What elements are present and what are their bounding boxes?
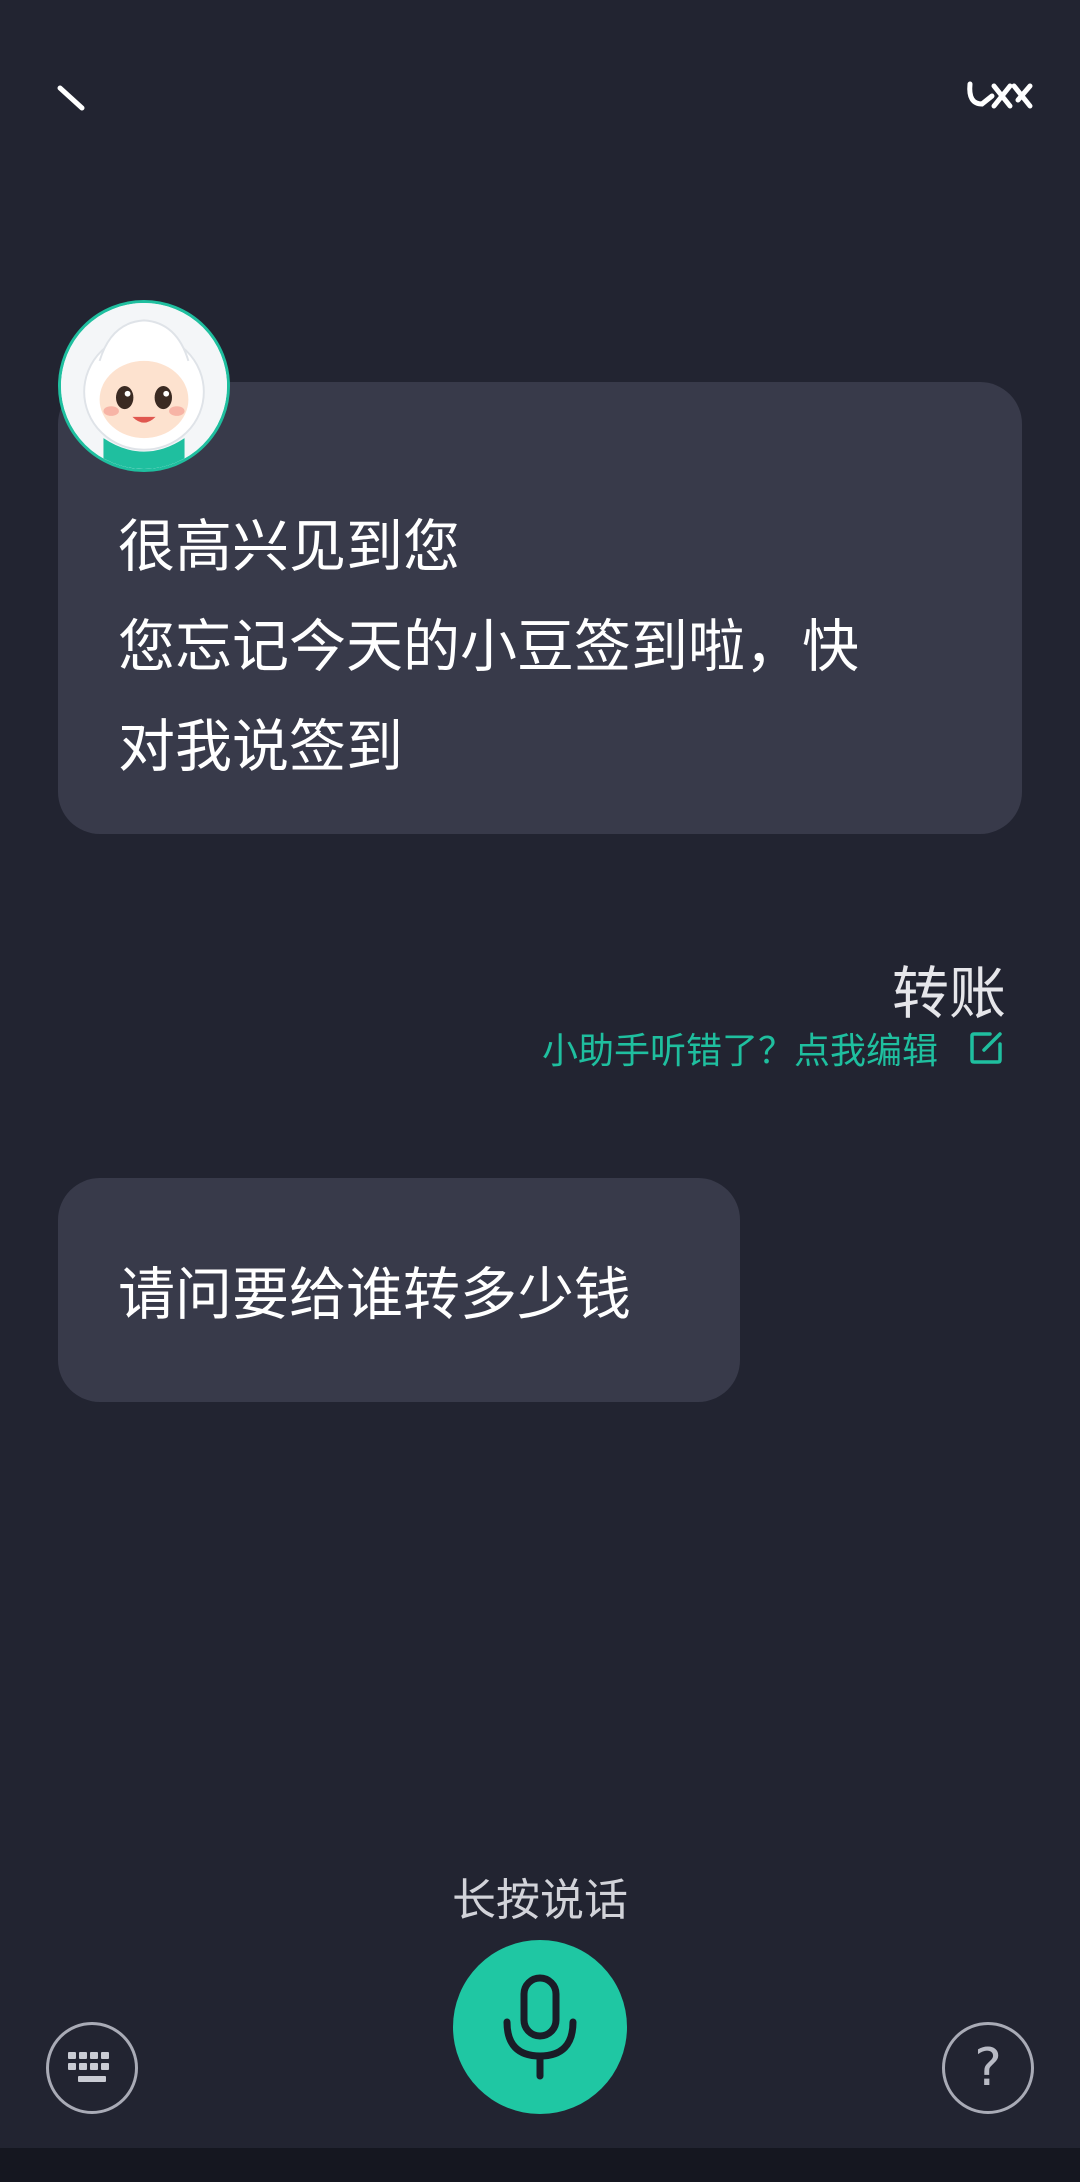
user-message: 转账 [892, 961, 1006, 1027]
help-button[interactable]: ? [942, 2022, 1034, 2114]
hold-to-talk-mic-button[interactable] [453, 1940, 627, 2114]
assistant-message-line: 很高兴见到您 [118, 514, 460, 580]
assistant-message-line: 对我说签到 [118, 714, 403, 780]
assistant-message-bubble: 请问要给谁转多少钱 [58, 1178, 740, 1402]
hold-to-talk-label: 长按说话 [452, 1875, 628, 1926]
assistant-message-bubble: 很高兴见到您 您忘记今天的小豆签到啦，快 对我说签到 [58, 382, 1022, 834]
assistant-message-line: 您忘记今天的小豆签到啦，快 [118, 614, 859, 680]
keyboard-button[interactable] [46, 2022, 138, 2114]
assistant-message-line: 请问要给谁转多少钱 [118, 1262, 631, 1328]
edit-hint-text: 小助手听错了？点我编辑 [541, 1031, 938, 1072]
edit-recognition-link[interactable]: 小助手听错了？点我编辑 [542, 1022, 1008, 1074]
system-navigation-bar [0, 2148, 1080, 2182]
edit-icon [970, 1032, 1002, 1064]
brand-logo-button[interactable] [960, 72, 1040, 116]
voice-assistant-screen: 很高兴见到您 您忘记今天的小豆签到啦，快 对我说签到 转账 小助手听错了？点我编… [0, 0, 1080, 2182]
microphone-icon [503, 1974, 577, 2080]
keyboard-icon [68, 2052, 109, 2082]
back-button[interactable] [44, 70, 100, 126]
help-icon: ? [974, 2038, 1002, 2098]
back-arrow-icon [57, 85, 85, 111]
brand-logo-icon [967, 81, 1033, 109]
mascot-icon [61, 303, 227, 469]
assistant-mascot-avatar [58, 300, 230, 472]
